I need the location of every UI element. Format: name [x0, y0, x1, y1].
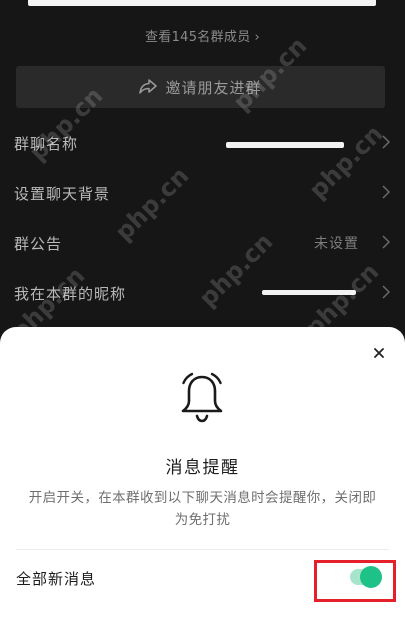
- setting-group-name[interactable]: 群聊名称: [0, 118, 405, 168]
- chevron-right-icon: [382, 135, 390, 149]
- notification-sheet: 消息提醒 开启开关，在本群收到以下聊天消息时会提醒你，关闭即为免打扰 全部新消息: [0, 327, 405, 624]
- share-icon: [139, 79, 158, 94]
- setting-group-notice[interactable]: 群公告 未设置: [0, 218, 405, 268]
- setting-chat-background[interactable]: 设置聊天背景: [0, 168, 405, 218]
- setting-label: 群公告: [14, 234, 63, 253]
- settings-list: 群聊名称 设置聊天背景 群公告 未设置 我在本群的昵称: [0, 118, 405, 318]
- close-button[interactable]: [369, 343, 389, 363]
- setting-label: 我在本群的昵称: [14, 284, 127, 303]
- setting-label: 群聊名称: [14, 134, 79, 153]
- sheet-title: 消息提醒: [165, 458, 240, 478]
- divider: [16, 549, 389, 550]
- redacted-value: [226, 142, 344, 148]
- invite-friends-label: 邀请朋友进群: [165, 78, 262, 97]
- setting-my-nickname[interactable]: 我在本群的昵称: [0, 268, 405, 318]
- highlight-box: [314, 560, 396, 602]
- chevron-right-icon: [382, 185, 390, 199]
- bell-icon: [181, 372, 223, 423]
- chevron-right-icon: ›: [254, 30, 260, 45]
- chevron-right-icon: [382, 235, 390, 249]
- chevron-right-icon: [382, 285, 390, 299]
- redacted-header: [28, 0, 376, 6]
- close-icon: [374, 348, 384, 358]
- invite-friends-button[interactable]: 邀请朋友进群: [16, 66, 385, 108]
- setting-label: 设置聊天背景: [14, 184, 111, 203]
- screen: 查看145名群成员 › 邀请朋友进群 群聊名称 设置聊天背景 群公告 未设置 我在…: [0, 0, 405, 624]
- view-members-link[interactable]: 查看145名群成员 ›: [0, 26, 405, 45]
- setting-value: 未设置: [314, 236, 359, 252]
- redacted-value: [262, 290, 356, 295]
- sheet-description: 开启开关，在本群收到以下聊天消息时会提醒你，关闭即为免打扰: [28, 490, 377, 528]
- view-members-label: 查看145名群成员: [144, 30, 251, 45]
- all-new-messages-label: 全部新消息: [16, 570, 97, 588]
